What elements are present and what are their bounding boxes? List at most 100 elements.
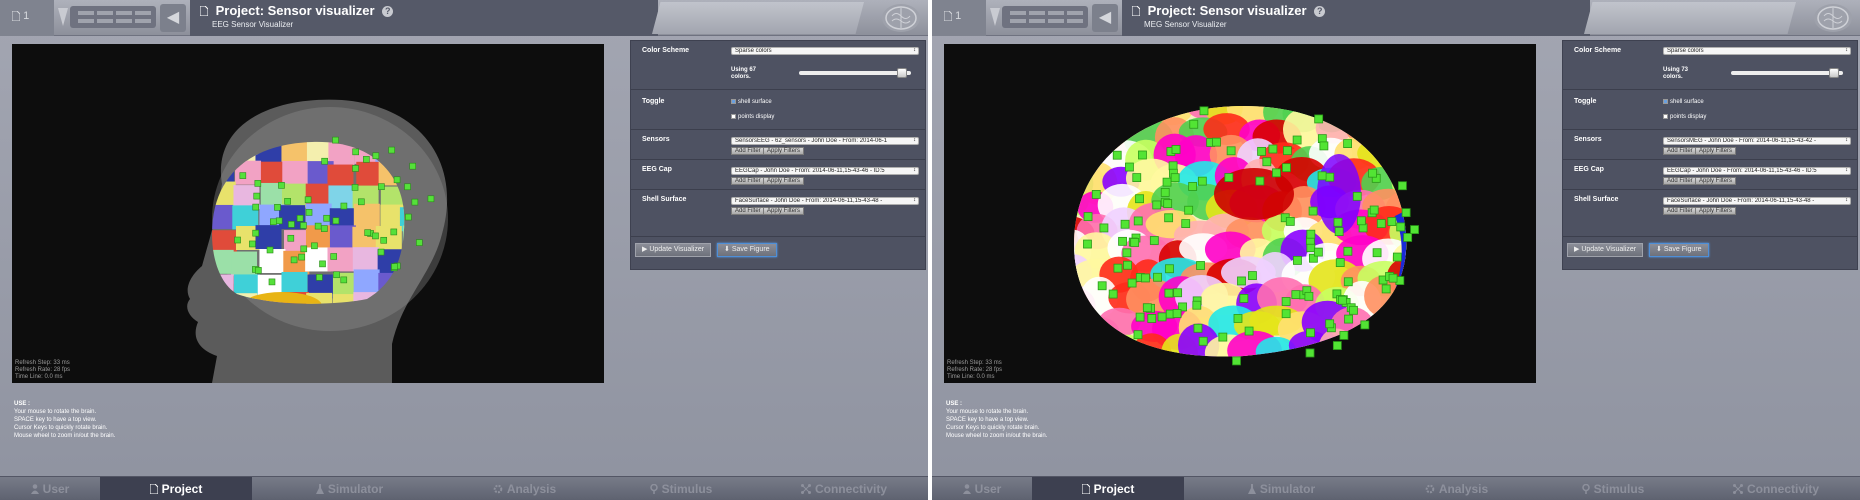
brain-canvas[interactable]: Refresh Step: 33 ms Refresh Rate: 28 fps… bbox=[944, 44, 1536, 383]
sensor-marker bbox=[1226, 146, 1236, 156]
checkbox-icon[interactable] bbox=[731, 99, 736, 104]
sensor-marker bbox=[1237, 276, 1246, 286]
sensor-marker bbox=[323, 214, 330, 222]
header-bar: 1 ◀ Project: Sensor visualizer ? MEG Sen… bbox=[932, 0, 1860, 36]
nav-user[interactable]: User bbox=[932, 477, 1032, 500]
nav-stimulus[interactable]: Stimulus bbox=[602, 477, 760, 500]
project-indicator[interactable]: 1 bbox=[932, 0, 986, 36]
nav-stimulus[interactable]: Stimulus bbox=[1534, 477, 1692, 500]
update-visualizer-button[interactable]: ▶ Update Visualizer bbox=[635, 243, 712, 257]
sensor-marker bbox=[1360, 320, 1370, 330]
update-visualizer-button[interactable]: ▶ Update Visualizer bbox=[1567, 243, 1644, 257]
sensors-apply-filters-button[interactable]: Apply Filters bbox=[763, 147, 805, 155]
sensor-marker bbox=[1198, 336, 1208, 346]
shell-apply-filters-button[interactable]: Apply Filters bbox=[763, 207, 805, 215]
download-icon: ⬇ bbox=[1656, 246, 1664, 253]
back-arrow-icon[interactable]: ◀ bbox=[160, 4, 186, 32]
help-icon[interactable]: ? bbox=[1314, 6, 1326, 17]
project-structure-icon[interactable] bbox=[70, 6, 156, 28]
sensor-marker bbox=[1244, 326, 1254, 336]
sensor-marker bbox=[427, 195, 435, 203]
sensors-apply-filters-button[interactable]: Apply Filters bbox=[1695, 147, 1737, 155]
color-scheme-select[interactable]: Sparse colors bbox=[731, 47, 919, 55]
project-indicator[interactable]: 1 bbox=[0, 0, 54, 36]
slider-knob[interactable] bbox=[897, 68, 908, 78]
sensor-marker bbox=[1281, 297, 1291, 306]
sensor-marker bbox=[1171, 145, 1181, 154]
save-figure-label: Save Figure bbox=[1663, 246, 1702, 253]
nav-connectivity[interactable]: Connectivity bbox=[1692, 477, 1860, 500]
sensors-add-filter-button[interactable]: Add Filter bbox=[1663, 147, 1697, 155]
header-tab[interactable] bbox=[1584, 2, 1796, 34]
sensor-marker bbox=[1135, 312, 1145, 322]
instruction-line: Cursor Keys to quickly rotate brain. bbox=[946, 425, 1040, 431]
checkbox-icon[interactable] bbox=[731, 114, 736, 119]
back-arrow-icon[interactable]: ◀ bbox=[1092, 4, 1118, 32]
eeg-cap-apply-filters-button[interactable]: Apply Filters bbox=[763, 177, 805, 185]
sensor-marker bbox=[1192, 300, 1202, 310]
sensor-marker bbox=[1248, 271, 1257, 280]
checkbox-icon[interactable] bbox=[1663, 99, 1668, 104]
shell-surface-field-label: Shell Surface bbox=[642, 196, 687, 203]
eeg-cap-add-filter-button[interactable]: Add Filter bbox=[1663, 177, 1697, 185]
points-display-checkbox[interactable]: points display bbox=[1663, 113, 1706, 121]
time-line: Time Line: 0.0 ms bbox=[947, 374, 995, 380]
shell-add-filter-button[interactable]: Add Filter bbox=[1663, 207, 1697, 215]
shell-surface-checkbox[interactable]: shell surface bbox=[731, 98, 772, 106]
shell-surface-label: shell surface bbox=[738, 99, 772, 105]
sensor-marker bbox=[340, 276, 348, 284]
eeg-cap-select[interactable]: EEGCap - John Doe - From: 2014-06-11,15-… bbox=[731, 167, 919, 175]
eeg-cap-select[interactable]: EEGCap - John Doe - From: 2014-06-11,15-… bbox=[1663, 167, 1851, 175]
checkbox-icon[interactable] bbox=[1663, 114, 1668, 119]
nav-simulator[interactable]: Simulator bbox=[1184, 477, 1379, 500]
sensor-marker bbox=[1403, 233, 1413, 242]
eeg-head-render[interactable] bbox=[12, 44, 604, 383]
nav-user[interactable]: User bbox=[0, 477, 100, 500]
color-scheme-select[interactable]: Sparse colors bbox=[1663, 47, 1851, 55]
sensors-add-filter-button[interactable]: Add Filter bbox=[731, 147, 765, 155]
dropdown-triangle-icon[interactable] bbox=[990, 8, 1000, 26]
page-subtitle: MEG Sensor Visualizer bbox=[1144, 20, 1227, 29]
sensor-marker bbox=[1142, 303, 1152, 313]
header-tab[interactable] bbox=[652, 2, 864, 34]
brain-render[interactable] bbox=[944, 44, 1536, 383]
save-figure-button[interactable]: ⬇ Save Figure bbox=[1649, 243, 1709, 257]
sensors-select[interactable]: SensorsEEG - 62_sensors - John Doe - Fro… bbox=[731, 137, 919, 145]
shell-apply-filters-button[interactable]: Apply Filters bbox=[1695, 207, 1737, 215]
save-figure-button[interactable]: ⬇ Save Figure bbox=[717, 243, 777, 257]
shell-add-filter-button[interactable]: Add Filter bbox=[731, 207, 765, 215]
page-subtitle: EEG Sensor Visualizer bbox=[212, 20, 294, 29]
sensor-marker bbox=[1083, 239, 1092, 249]
sensor-marker bbox=[1199, 106, 1209, 116]
sensor-marker bbox=[1239, 294, 1249, 303]
shell-surface-select[interactable]: FaceSurface - John Doe - From: 2014-06-1… bbox=[731, 197, 919, 205]
sensors-select[interactable]: SensorsMEG - John Doe - From: 2014-06-11… bbox=[1663, 137, 1851, 145]
meg-brain-render[interactable] bbox=[944, 44, 1536, 383]
shell-surface-select[interactable]: FaceSurface - John Doe - From: 2014-06-1… bbox=[1663, 197, 1851, 205]
colors-slider[interactable] bbox=[1731, 68, 1843, 78]
eeg-cap-label: EEG Cap bbox=[1574, 166, 1604, 173]
bottom-navigation: User Project Simulator Analysis Stimulus… bbox=[0, 476, 928, 500]
help-icon[interactable]: ? bbox=[382, 6, 394, 17]
sensor-marker bbox=[1173, 288, 1183, 298]
colors-slider[interactable] bbox=[799, 68, 911, 78]
dropdown-triangle-icon[interactable] bbox=[58, 8, 68, 26]
nav-project[interactable]: Project bbox=[100, 477, 252, 500]
points-display-label: points display bbox=[1670, 114, 1707, 120]
sensor-marker bbox=[1162, 177, 1172, 187]
shell-surface-checkbox[interactable]: shell surface bbox=[1663, 98, 1704, 106]
eeg-cap-add-filter-button[interactable]: Add Filter bbox=[731, 177, 765, 185]
nav-project[interactable]: Project bbox=[1032, 477, 1184, 500]
brain-canvas[interactable]: Refresh Step: 33 ms Refresh Rate: 28 fps… bbox=[12, 44, 604, 383]
nav-connectivity[interactable]: Connectivity bbox=[760, 477, 928, 500]
eeg-cap-apply-filters-button[interactable]: Apply Filters bbox=[1695, 177, 1737, 185]
nav-simulator[interactable]: Simulator bbox=[252, 477, 447, 500]
points-display-checkbox[interactable]: points display bbox=[731, 113, 774, 121]
slider-knob[interactable] bbox=[1829, 68, 1840, 78]
project-structure-icon[interactable] bbox=[1002, 6, 1088, 28]
nav-analysis[interactable]: Analysis bbox=[447, 477, 602, 500]
nav-analysis[interactable]: Analysis bbox=[1379, 477, 1534, 500]
brain-render[interactable] bbox=[12, 44, 604, 383]
sensor-marker bbox=[1388, 273, 1398, 283]
sensor-marker bbox=[1153, 272, 1162, 282]
